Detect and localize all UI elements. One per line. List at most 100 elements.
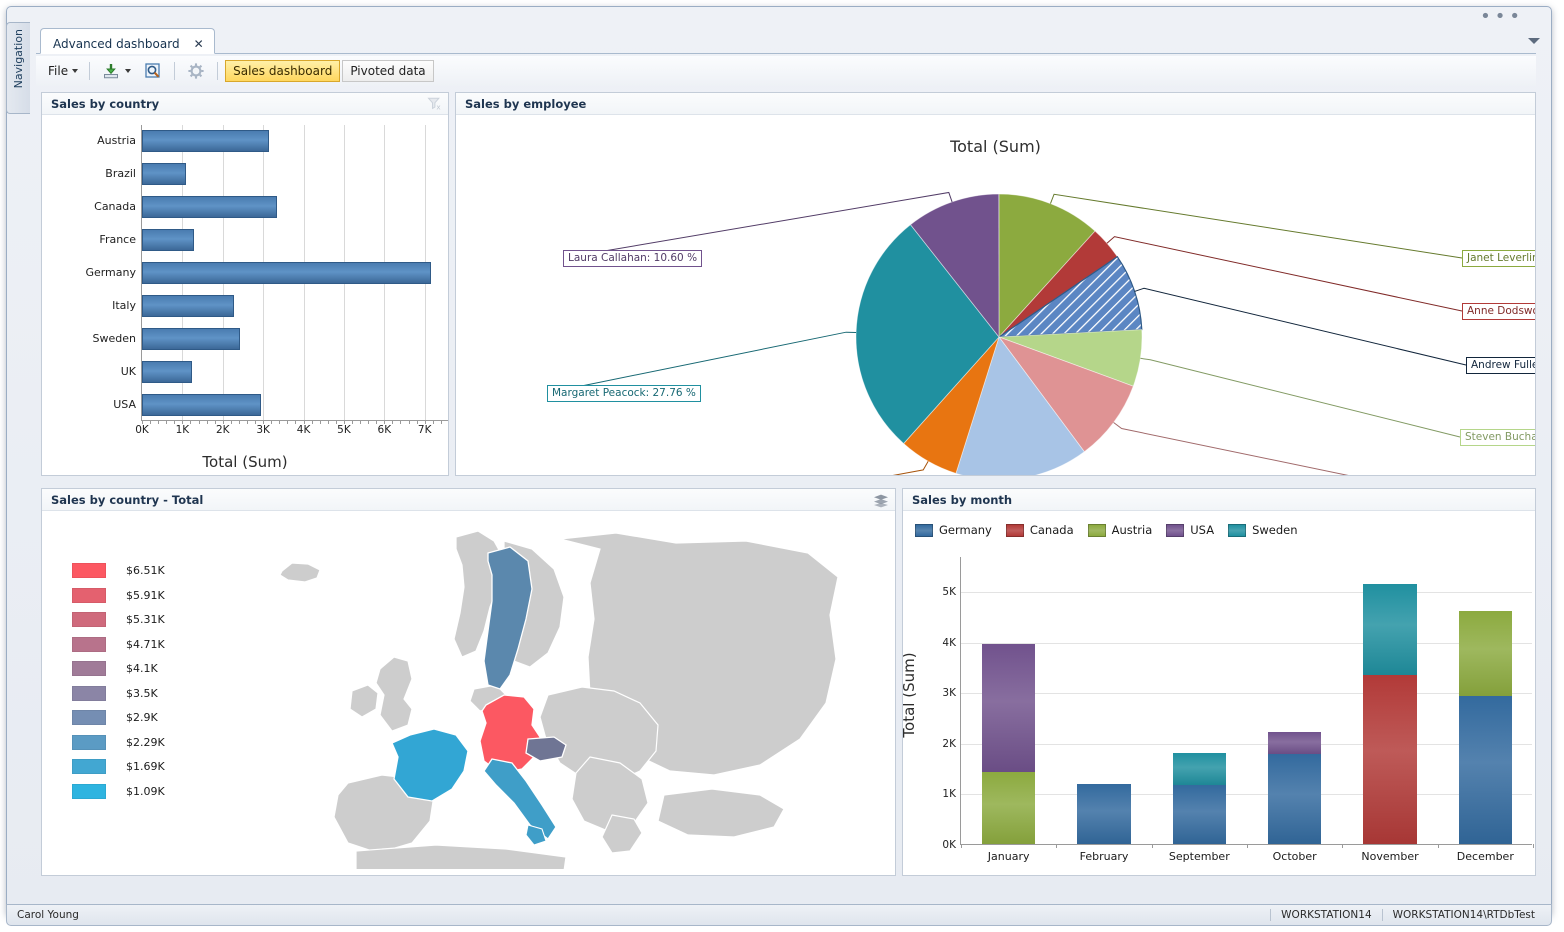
pie-callout-janet-leverling[interactable]: Janet Leverling: 11.72 %: [1462, 250, 1535, 267]
legend-item-sweden[interactable]: Sweden: [1228, 523, 1298, 537]
stacked-column-february[interactable]: [1077, 556, 1131, 844]
close-icon[interactable]: ✕: [194, 37, 204, 51]
legend-item-austria[interactable]: Austria: [1087, 523, 1153, 537]
bar-uk[interactable]: [142, 360, 193, 383]
x-axis-minor-tick: [279, 420, 281, 424]
bar-category-label: France: [99, 233, 136, 247]
stacked-column-november[interactable]: [1363, 556, 1417, 844]
segment-austria[interactable]: [1458, 611, 1512, 697]
segment-germany[interactable]: [1172, 784, 1226, 844]
segment-sweden[interactable]: [1363, 583, 1417, 676]
segment-usa[interactable]: [1267, 732, 1322, 755]
segment-canada[interactable]: [1363, 675, 1417, 844]
clear-filter-icon[interactable]: x: [427, 96, 442, 112]
bar-canada[interactable]: [142, 196, 278, 219]
x-axis-minor-tick: [335, 420, 337, 424]
pie-chart[interactable]: [456, 115, 1535, 475]
panel-body: $6.51K $5.91K $5.31K $4.71K $4.1K $3.5K $2.9K $…: [42, 511, 895, 875]
legend-swatch: [915, 523, 933, 537]
legend-label: Austria: [1111, 523, 1153, 537]
bar-brazil[interactable]: [142, 163, 187, 186]
bar-usa[interactable]: [142, 393, 261, 416]
panel-body: Germany Canada Austria USA Sweden Total (Sum…: [903, 511, 1535, 875]
bar-category-label: Germany: [85, 266, 136, 279]
map-region-sweden[interactable]: [483, 546, 533, 690]
segment-germany[interactable]: [1077, 783, 1131, 844]
bar-category-label: Canada: [94, 200, 136, 214]
bar-chart-row[interactable]: Italy: [112, 294, 448, 317]
bar-chart-row[interactable]: UK: [121, 360, 448, 383]
svg-text:x: x: [436, 103, 441, 111]
segment-germany[interactable]: [1267, 754, 1322, 844]
sidebar-navigation-label: Navigation: [12, 29, 25, 89]
x-axis-minor-tick: [238, 420, 240, 424]
application-window: ••• Navigation Advanced dashboard ✕ File: [0, 0, 1564, 932]
tab-sales-dashboard[interactable]: Sales dashboard: [225, 60, 341, 82]
sidebar-navigation-tab[interactable]: Navigation: [6, 22, 30, 114]
y-axis-tick: 3K: [942, 687, 956, 700]
pie-callout-steven-buchanan[interactable]: Steven Buchanan: 6.42 %: [1460, 429, 1535, 446]
legend-swatch: [1005, 523, 1024, 537]
map-region-france[interactable]: [391, 728, 469, 802]
stacked-column-january[interactable]: [981, 556, 1036, 844]
panel-body: 0K 1K 2K 3K 4K 5K 6K 7K Austria Brazil Canada Franc…: [42, 115, 448, 475]
segment-usa[interactable]: [981, 644, 1036, 773]
grid-line: [961, 693, 1532, 695]
europe-map[interactable]: [260, 519, 895, 869]
document-tab-advanced-dashboard[interactable]: Advanced dashboard ✕: [40, 28, 215, 54]
legend-item-usa[interactable]: USA: [1166, 523, 1214, 537]
status-right: WORKSTATION14 WORKSTATION14\RTDbTest: [1270, 909, 1545, 921]
print-preview-button[interactable]: [137, 58, 169, 84]
file-menu-button[interactable]: File: [42, 61, 84, 81]
x-axis-minor-tick: [368, 420, 370, 424]
segment-germany[interactable]: [1458, 696, 1512, 844]
chevron-down-icon: [125, 69, 132, 73]
stacked-column-october[interactable]: [1267, 556, 1322, 844]
map-legend-item: $1.69K: [72, 759, 165, 774]
map-legend-label: $2.29K: [126, 735, 165, 749]
x-axis-tick: 0K: [135, 424, 149, 436]
bar-chart-row[interactable]: Brazil: [105, 163, 448, 186]
legend-item-canada[interactable]: Canada: [1005, 523, 1074, 537]
export-button[interactable]: [95, 58, 137, 84]
export-icon: [101, 61, 121, 81]
page-title: Sales by employee: [465, 96, 587, 111]
legend-label: Sweden: [1252, 523, 1298, 537]
bar-chart-row[interactable]: USA: [113, 393, 448, 416]
pie-callout-laura-callahan[interactable]: Laura Callahan: 10.60 %: [563, 250, 703, 267]
bar-chart-row[interactable]: Sweden: [93, 327, 448, 350]
pie-callout-andrew-fuller[interactable]: Andrew Fuller: 8.66 %: [1466, 357, 1535, 374]
y-axis-tick: 4K: [942, 636, 956, 649]
bar-chart-row[interactable]: Germany: [85, 262, 448, 284]
bar-italy[interactable]: [142, 294, 235, 317]
x-axis-minor-tick: [182, 420, 184, 424]
map-region-germany[interactable]: [479, 694, 541, 774]
bar-austria[interactable]: [142, 130, 270, 153]
panel-sales-by-country: Sales by country x 0K 1K 2K 3K 4K 5K 6K 7K Austr…: [41, 92, 449, 476]
status-workstation: WORKSTATION14: [1270, 909, 1381, 921]
pie-callout-margaret-peacock[interactable]: Margaret Peacock: 27.76 %: [547, 385, 701, 402]
legend-item-germany[interactable]: Germany: [915, 523, 992, 537]
document-tabstrip: Advanced dashboard ✕: [36, 28, 1536, 54]
bar-france[interactable]: [142, 229, 195, 252]
bar-chart-row[interactable]: Austria: [97, 130, 448, 153]
stacked-column-september[interactable]: [1172, 556, 1226, 844]
x-axis-minor-tick: [303, 420, 305, 424]
map-region-italy[interactable]: [483, 758, 557, 840]
tab-pivoted-data[interactable]: Pivoted data: [342, 60, 434, 82]
stacked-column-december[interactable]: [1458, 556, 1512, 844]
x-axis-minor-tick: [961, 844, 962, 848]
segment-austria[interactable]: [981, 772, 1036, 844]
bar-germany[interactable]: [142, 262, 431, 284]
pie-callout-anne-dodsworth[interactable]: Anne Dodsworth: 3.79 %: [1462, 303, 1535, 320]
bar-chart-row[interactable]: Canada: [94, 196, 448, 219]
bar-sweden[interactable]: [142, 327, 240, 350]
settings-button[interactable]: [180, 58, 212, 84]
x-axis-minor-tick: [360, 420, 362, 424]
segment-sweden[interactable]: [1172, 752, 1226, 785]
panel-header: Sales by employee: [456, 93, 1535, 115]
bar-chart-row[interactable]: France: [99, 229, 448, 252]
layers-icon[interactable]: [873, 493, 889, 507]
window-overflow-dots[interactable]: •••: [1480, 8, 1524, 26]
map-legend-label: $6.51K: [126, 564, 165, 577]
